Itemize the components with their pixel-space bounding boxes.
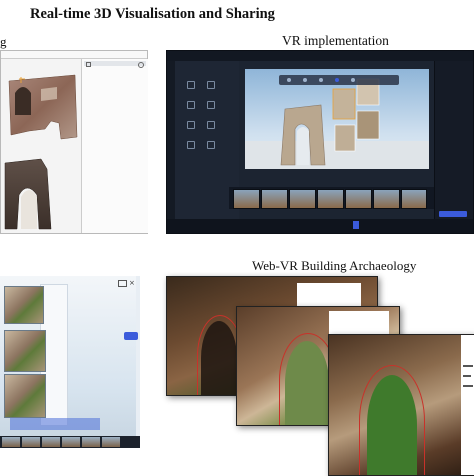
publish-button[interactable] <box>439 211 467 217</box>
menu-bar <box>1 51 147 59</box>
timeline-thumbnail[interactable] <box>401 189 427 209</box>
gallery-photo[interactable] <box>4 286 44 324</box>
editor-top-bar <box>167 51 473 61</box>
timeline-thumbnail[interactable] <box>233 189 260 209</box>
floor-marker <box>10 418 100 430</box>
settings-icon[interactable] <box>207 101 215 109</box>
wall-model-render <box>4 74 78 230</box>
properties-panel <box>81 59 148 233</box>
gallery-photo[interactable] <box>4 374 46 418</box>
layers-icon[interactable] <box>207 81 215 89</box>
annotation-card[interactable] <box>297 283 361 307</box>
stratigraphy-outline <box>359 365 425 475</box>
strip-thumbnail[interactable] <box>62 437 80 447</box>
timeline-thumbnail[interactable] <box>317 189 344 209</box>
strip-thumbnail[interactable] <box>22 437 40 447</box>
editor-inspector-panel <box>434 61 473 233</box>
modelling-app-screenshot <box>0 50 148 234</box>
caption-vr-implementation: VR implementation <box>282 33 389 48</box>
editor-bottom-tabs <box>167 219 473 233</box>
cube-icon[interactable] <box>86 62 91 67</box>
caption-top-left: g <box>0 34 7 49</box>
timeline-thumbnail[interactable] <box>345 189 372 209</box>
window-icon[interactable] <box>118 280 127 287</box>
vr-gallery-screenshot: × <box>0 276 140 448</box>
timeline-thumbnail[interactable] <box>373 189 400 209</box>
menu-icon[interactable] <box>124 332 138 340</box>
web-vr-view-3 <box>328 334 474 476</box>
strip-thumbnail[interactable] <box>2 437 20 447</box>
settings-icon[interactable] <box>207 141 215 149</box>
vr-scene-viewport[interactable] <box>245 69 429 169</box>
annotation-card[interactable] <box>329 311 389 335</box>
timeline-thumbnail[interactable] <box>289 189 316 209</box>
3d-viewport[interactable] <box>1 59 81 233</box>
vr-editor-screenshot <box>166 50 474 234</box>
strip-thumbnail[interactable] <box>42 437 60 447</box>
caption-web-vr: Web-VR Building Archaeology <box>252 258 417 273</box>
layers-icon[interactable] <box>187 81 195 89</box>
play-icon[interactable] <box>353 221 359 229</box>
editor-left-rail <box>167 61 175 233</box>
settings-icon[interactable] <box>187 141 195 149</box>
close-icon[interactable]: × <box>129 279 135 287</box>
vr-scene-render <box>245 75 429 169</box>
properties-header <box>84 61 146 66</box>
annotation-side-panel <box>461 335 474 475</box>
layers-icon[interactable] <box>187 121 195 129</box>
strip-thumbnail[interactable] <box>82 437 100 447</box>
layers-icon[interactable] <box>207 121 215 129</box>
figure-title: Real-time 3D Visualisation and Sharing <box>30 6 275 22</box>
settings-icon[interactable] <box>187 101 195 109</box>
strip-thumbnail[interactable] <box>102 437 120 447</box>
timeline-thumbnail[interactable] <box>261 189 288 209</box>
gear-icon[interactable] <box>138 62 144 68</box>
gallery-photo[interactable] <box>4 330 46 372</box>
